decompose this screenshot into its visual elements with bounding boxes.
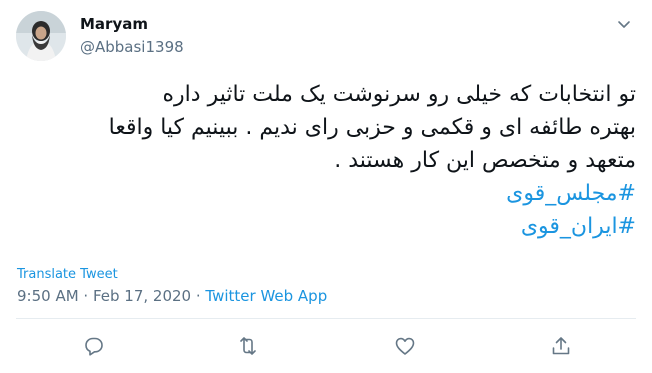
translate-tweet-link[interactable]: Translate Tweet — [17, 267, 118, 282]
avatar-image — [16, 11, 66, 61]
tweet-text-line: بهتره طائفه ای و قکمی و حزبی رای ندیم . … — [108, 115, 636, 140]
reply-icon[interactable] — [82, 334, 106, 358]
tweet-time[interactable]: 9:50 AM — [17, 287, 79, 305]
chevron-down-icon[interactable] — [614, 14, 634, 34]
display-name[interactable]: Maryam — [80, 15, 148, 33]
divider — [16, 318, 636, 319]
tweet-date[interactable]: Feb 17, 2020 — [93, 287, 191, 305]
tweet-text-line: متعهد و متخصص این کار هستند . — [334, 148, 636, 173]
user-handle[interactable]: @Abbasi1398 — [80, 38, 184, 56]
hashtag-link[interactable]: #مجلس_قوی — [506, 181, 636, 206]
retweet-icon[interactable] — [236, 334, 260, 358]
heart-icon[interactable] — [393, 334, 417, 358]
meta-separator: · — [191, 287, 206, 305]
tweet-text: تو انتخابات که خیلی رو سرنوشت یک ملت تاث… — [26, 78, 636, 243]
tweet-card: Maryam @Abbasi1398 تو انتخابات که خیلی ر… — [0, 0, 652, 373]
avatar[interactable] — [16, 11, 66, 61]
source-app-link[interactable]: Twitter Web App — [205, 287, 327, 305]
hashtag-link[interactable]: #ایران_قوی — [521, 214, 636, 239]
meta-separator: · — [78, 287, 93, 305]
tweet-text-line: تو انتخابات که خیلی رو سرنوشت یک ملت تاث… — [162, 82, 636, 107]
action-bar — [0, 334, 652, 362]
tweet-meta: 9:50 AM · Feb 17, 2020 · Twitter Web App — [17, 287, 327, 305]
share-icon[interactable] — [549, 334, 573, 358]
